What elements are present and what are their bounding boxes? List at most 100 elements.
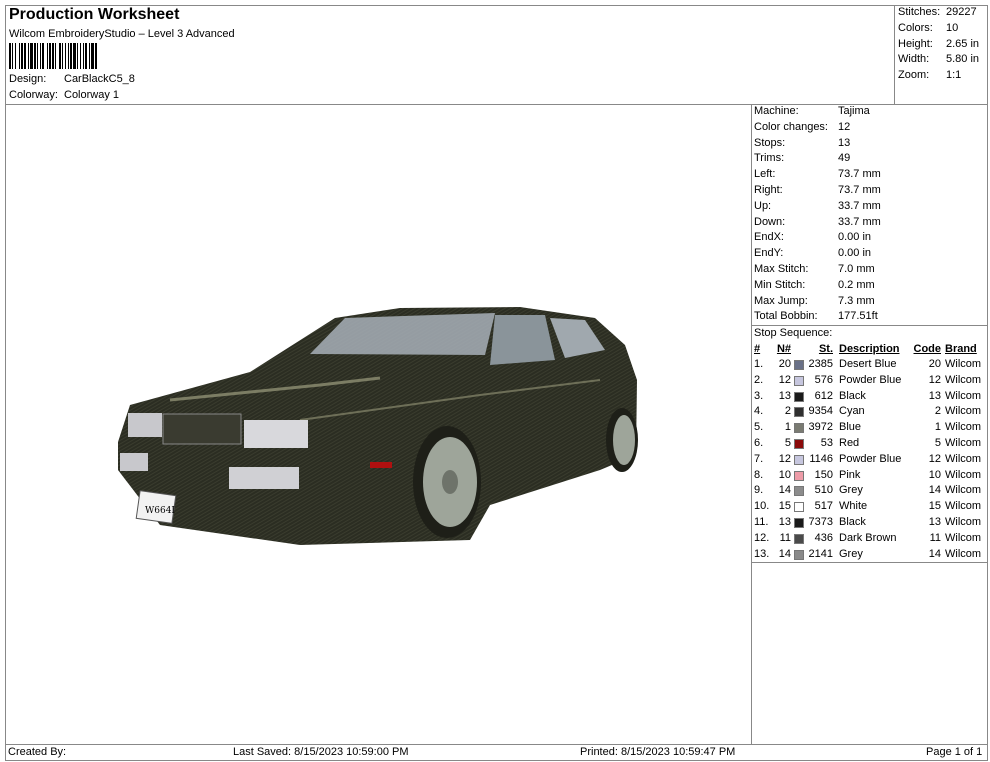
car-embroidery: W664I <box>118 307 638 545</box>
color-code: 1 <box>934 421 941 434</box>
stitch-count: 517 <box>814 500 833 513</box>
table-row: 9. 14 510 Grey 14 Wilcom <box>753 484 985 499</box>
info-label: Color changes: <box>754 120 828 133</box>
info-value: Tajima <box>838 105 870 117</box>
info-row: Max Stitch: 7.0 mm <box>754 263 875 275</box>
needle-number: 5 <box>784 437 791 449</box>
stop-number: 4. <box>754 405 764 418</box>
table-row: 5. 1 3972 Blue 1 Wilcom <box>753 421 985 436</box>
brand: Wilcom <box>945 500 982 513</box>
brand: Wilcom <box>945 389 982 402</box>
color-swatch <box>794 391 804 402</box>
color-code: 10 <box>928 468 941 481</box>
info-label: Trims: <box>754 152 785 165</box>
color-description: Grey <box>839 547 863 560</box>
table-row: 10. 15 517 White 15 Wilcom <box>753 500 985 515</box>
column-header: # <box>754 343 761 355</box>
needle-number: 2 <box>784 405 791 418</box>
needle-number: 15 <box>778 500 791 513</box>
info-label: Right: <box>754 184 783 196</box>
column-header: Brand <box>945 343 977 355</box>
info-value: 0.00 in <box>838 247 872 260</box>
color-swatch <box>794 407 804 418</box>
stat-value: 29227 <box>946 6 977 18</box>
stop-number: 11. <box>754 516 769 528</box>
info-label: EndX: <box>754 231 784 244</box>
needle-number: 11 <box>779 531 791 544</box>
color-description: Black <box>839 516 866 528</box>
column-header: St. <box>818 343 833 355</box>
info-value: 12 <box>838 120 851 133</box>
stitch-count: 510 <box>814 484 833 497</box>
info-row: Up: 33.7 mm <box>754 200 881 212</box>
table-row: 8. 10 150 Pink 10 Wilcom <box>753 469 985 484</box>
info-value: 33.7 mm <box>838 199 881 212</box>
color-code: 13 <box>928 516 941 528</box>
color-swatch <box>794 549 804 560</box>
stat-label: Colors: <box>898 21 933 34</box>
table-row: 2. 12 576 Powder Blue 12 Wilcom <box>753 374 985 389</box>
info-divider <box>751 325 988 326</box>
color-description: Desert Blue <box>839 358 897 370</box>
stat-row: Stitches: 29227 <box>898 6 986 18</box>
info-row: Trims: 49 <box>754 152 850 164</box>
stat-row: Colors: 10 <box>898 22 986 34</box>
info-value: 0.2 mm <box>838 278 875 291</box>
stat-row: Width: 5.80 in <box>898 53 986 65</box>
page-number: Page 1 of 1 <box>926 746 983 758</box>
table-row: 12. 11 436 Dark Brown 11 Wilcom <box>753 532 985 547</box>
stats-divider <box>894 5 895 104</box>
needle-number: 12 <box>778 452 791 465</box>
brand: Wilcom <box>945 484 982 497</box>
needle-number: 10 <box>778 468 791 481</box>
footer-divider <box>5 744 988 745</box>
info-value: 13 <box>838 136 851 149</box>
table-row: 1. 20 2385 Desert Blue 20 Wilcom <box>753 358 985 373</box>
color-swatch <box>794 518 804 528</box>
color-code: 5 <box>934 437 941 449</box>
info-label: Machine: <box>754 105 799 117</box>
color-code: 11 <box>929 531 941 544</box>
info-value: 7.3 mm <box>838 294 875 307</box>
color-code: 12 <box>928 373 941 386</box>
color-code: 15 <box>928 500 941 513</box>
brand: Wilcom <box>945 373 982 386</box>
info-label: Stops: <box>754 136 786 149</box>
info-row: Total Bobbin: 177.51ft <box>754 310 878 322</box>
table-row: 6. 5 53 Red 5 Wilcom <box>753 437 985 452</box>
column-header: Description <box>839 343 900 355</box>
brand: Wilcom <box>945 547 982 560</box>
info-row: Left: 73.7 mm <box>754 168 881 180</box>
brand: Wilcom <box>945 516 982 528</box>
stop-number: 10. <box>754 500 770 513</box>
color-description: Powder Blue <box>839 373 902 386</box>
info-label: Up: <box>754 199 772 212</box>
brand: Wilcom <box>945 452 982 465</box>
stat-value: 10 <box>946 21 959 34</box>
stitch-count: 9354 <box>808 405 833 418</box>
stat-value: 5.80 in <box>946 53 980 66</box>
stop-number: 3. <box>754 389 764 402</box>
stitch-count: 2141 <box>808 547 833 560</box>
table-row: 7. 12 1146 Powder Blue 12 Wilcom <box>753 453 985 468</box>
brand: Wilcom <box>945 468 982 481</box>
info-value: 0.00 in <box>838 231 872 244</box>
stop-number: 2. <box>754 373 764 386</box>
color-code: 12 <box>928 452 941 465</box>
color-swatch <box>794 360 804 370</box>
color-description: Blue <box>839 421 862 434</box>
info-value: 49 <box>838 152 851 165</box>
stitch-count: 576 <box>814 373 833 386</box>
color-swatch <box>794 533 804 544</box>
info-label: Left: <box>754 168 776 181</box>
info-label: Total Bobbin: <box>754 310 818 323</box>
color-code: 14 <box>928 547 941 560</box>
info-row: Machine: Tajima <box>754 105 870 117</box>
info-row: Right: 73.7 mm <box>754 184 881 196</box>
color-code: 13 <box>928 389 941 402</box>
color-swatch <box>794 423 804 434</box>
info-row: Down: 33.7 mm <box>754 216 881 228</box>
color-code: 14 <box>928 484 941 497</box>
stitch-count: 612 <box>814 389 833 402</box>
info-value: 73.7 mm <box>838 168 881 181</box>
